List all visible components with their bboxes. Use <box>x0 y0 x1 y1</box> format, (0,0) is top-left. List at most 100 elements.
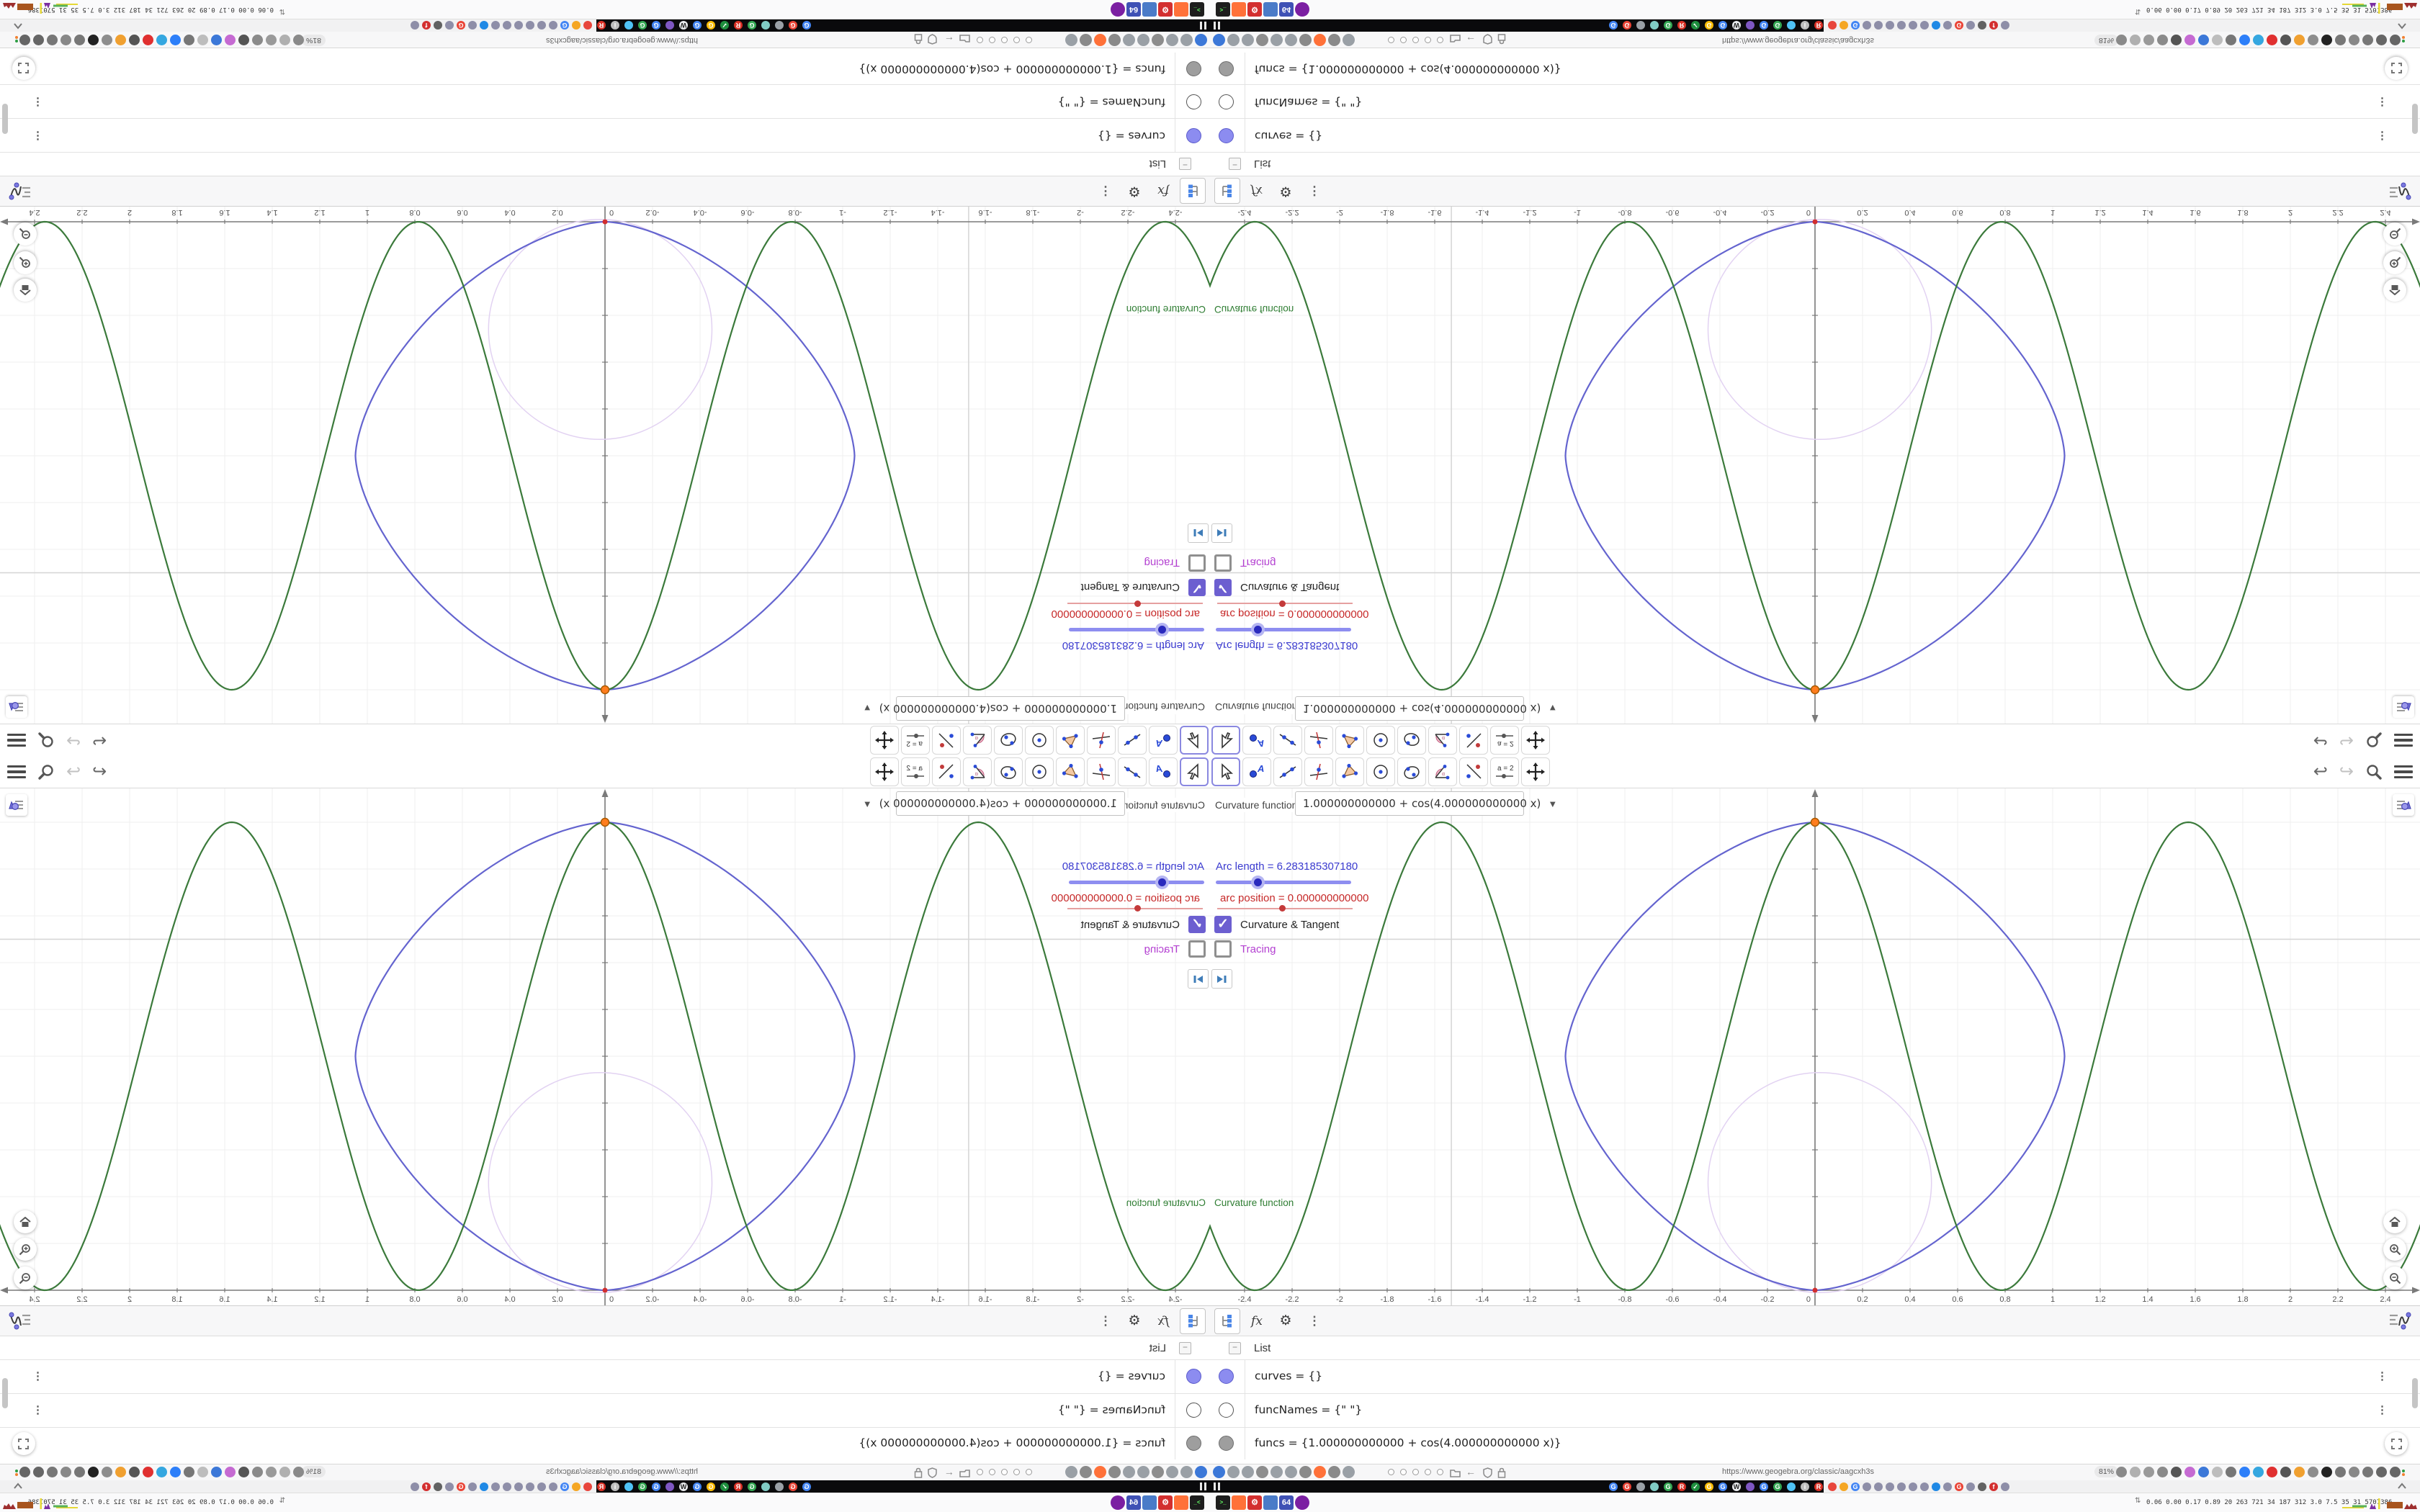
bookmark-item-icon[interactable] <box>1285 1466 1297 1478</box>
arc-length-slider-handle[interactable] <box>1155 876 1169 889</box>
graphics-view[interactable]: -2.4 -2.2 -2 -1.8 -1.6 -1.4 -1.2 -1 -0.8 -0.6 -0.4… <box>1210 788 2420 1305</box>
tab-favicon[interactable]: R <box>597 1482 606 1491</box>
zoom-in-button[interactable] <box>2383 251 2406 274</box>
extension-icon[interactable] <box>2171 35 2182 45</box>
shield-icon[interactable] <box>1483 1467 1492 1478</box>
curvature-tangent-checkbox[interactable]: ✓ <box>1188 916 1206 933</box>
skip-to-end-button[interactable] <box>1211 969 1232 989</box>
extension-icon[interactable] <box>2239 1467 2250 1477</box>
bookmark-item-icon[interactable] <box>1152 1466 1164 1478</box>
tool-move-button[interactable] <box>1211 757 1240 786</box>
tool-move-view-button[interactable] <box>1521 757 1550 786</box>
chevron-down-icon[interactable]: ▼ <box>1541 798 1564 809</box>
tab-favicon[interactable] <box>1874 21 1883 30</box>
extension-icon[interactable] <box>2198 1467 2209 1477</box>
tab-favicon[interactable] <box>1966 21 1975 30</box>
extension-icon[interactable] <box>293 1467 304 1477</box>
tool-reflect-button[interactable] <box>932 757 961 786</box>
tracing-checkbox[interactable] <box>1214 554 1232 572</box>
tab-favicon[interactable] <box>1874 1482 1883 1491</box>
tool-perpendicular-button[interactable] <box>1087 757 1116 786</box>
tool-line-button[interactable] <box>1273 757 1302 786</box>
bookmark-item-icon[interactable] <box>1195 1466 1207 1478</box>
visibility-toggle-funcnames[interactable] <box>1219 94 1234 109</box>
zoom-in-button[interactable] <box>14 251 37 274</box>
skip-to-end-button[interactable] <box>1211 523 1232 543</box>
bookmark-item-icon[interactable] <box>1065 1466 1077 1478</box>
graphing-panel-toggle[interactable] <box>6 794 27 816</box>
tab-favicon[interactable]: G <box>1955 21 1963 30</box>
tab-favicon[interactable] <box>1839 1482 1848 1491</box>
collapse-list-button[interactable]: − <box>1229 158 1241 171</box>
collapse-list-button[interactable]: − <box>1229 1341 1241 1354</box>
extension-icon[interactable] <box>2157 35 2168 45</box>
tab-favicon[interactable] <box>1932 21 1940 30</box>
bookmark-item-icon[interactable] <box>1328 34 1340 46</box>
tab-favicon[interactable]: R <box>1814 1482 1823 1491</box>
extension-icon[interactable] <box>197 35 208 45</box>
extension-icon[interactable] <box>2239 35 2250 45</box>
arc-position-slider-handle[interactable] <box>1134 600 1141 607</box>
tab-favicon[interactable]: G <box>457 21 465 30</box>
tab-favicon[interactable] <box>468 1482 477 1491</box>
radio-bookmark-icon[interactable] <box>1001 37 1008 43</box>
tab-favicon[interactable]: G <box>1718 1482 1727 1491</box>
scrollbar-thumb[interactable] <box>2412 104 2418 134</box>
row-kebab-icon[interactable]: ⋮ <box>32 1369 43 1382</box>
radio-bookmark-icon[interactable] <box>1388 37 1394 43</box>
tab-favicon[interactable] <box>583 21 592 30</box>
algebra-row-curves[interactable]: curves = {} ⋮ <box>1210 1359 2420 1393</box>
tool-perpendicular-button[interactable] <box>1304 757 1333 786</box>
extension-icon[interactable] <box>266 1467 277 1477</box>
tool-angle-button[interactable]: α <box>1428 757 1457 786</box>
tab-favicon[interactable] <box>537 21 546 30</box>
tool-slider-button[interactable]: a = 2 <box>1490 757 1519 786</box>
hamburger-menu-icon[interactable] <box>7 731 26 750</box>
extension-icon[interactable] <box>2294 1467 2305 1477</box>
radio-bookmark-icon[interactable] <box>1026 37 1032 43</box>
extension-icon[interactable] <box>156 35 167 45</box>
page-zoom-badge[interactable]: 81% <box>301 1466 326 1477</box>
tab-favicon[interactable]: G <box>638 1482 647 1491</box>
tab-favicon[interactable]: W <box>1732 1482 1741 1491</box>
curvature-tangent-checkbox[interactable]: ✓ <box>1214 579 1232 596</box>
scrollbar-thumb[interactable] <box>2412 1378 2418 1408</box>
extension-icon[interactable] <box>170 1467 181 1477</box>
bookmark-item-icon[interactable] <box>1299 34 1312 46</box>
extension-icon[interactable] <box>156 1467 167 1477</box>
algebra-row-funcs[interactable]: funcs = {1.000000000000 + cos(4.00000000… <box>0 1427 1210 1459</box>
tab-favicon[interactable]: G <box>707 1482 715 1491</box>
bookmark-item-icon[interactable] <box>1256 34 1268 46</box>
tree-view-button[interactable] <box>1180 1308 1206 1334</box>
extension-icon[interactable] <box>33 35 44 45</box>
extension-icon[interactable] <box>266 35 277 45</box>
lock-icon[interactable] <box>1497 34 1506 45</box>
taskbar-app-icon[interactable]: ⚙ <box>1247 2 1262 17</box>
radio-bookmark-icon[interactable] <box>1437 1469 1443 1475</box>
taskbar-app-icon[interactable] <box>1295 2 1309 17</box>
function-list-button[interactable] <box>9 177 32 202</box>
bookmark-item-icon[interactable] <box>1195 34 1207 46</box>
bookmark-item-icon[interactable] <box>1256 1466 1268 1478</box>
taskbar-app-icon[interactable] <box>1295 1495 1309 1510</box>
extension-icon[interactable] <box>2171 1467 2182 1477</box>
tool-circle-button[interactable] <box>1025 757 1054 786</box>
tab-favicon[interactable] <box>411 1482 419 1491</box>
tool-polygon-button[interactable] <box>1056 726 1085 755</box>
visibility-toggle-funcnames[interactable] <box>1219 1403 1234 1418</box>
extension-icon[interactable] <box>47 35 58 45</box>
lock-icon[interactable] <box>914 34 923 45</box>
graphics-view[interactable]: -2.4 -2.2 -2 -1.8 -1.6 -1.4 -1.2 -1 -0.8 -0.6 -0.4… <box>0 207 1210 724</box>
tab-favicon[interactable]: G <box>1760 1482 1768 1491</box>
extension-icon[interactable] <box>74 1467 85 1477</box>
taskbar-app-icon[interactable]: 64 <box>1126 1495 1141 1510</box>
fullscreen-button[interactable] <box>2385 1432 2408 1455</box>
tab-favicon[interactable] <box>1920 21 1929 30</box>
algebra-row-funcnames[interactable]: funcNames = {" "} ⋮ <box>0 1393 1210 1427</box>
taskbar-app-icon[interactable]: >_ <box>1190 2 1204 17</box>
arc-position-slider-handle[interactable] <box>1134 905 1141 912</box>
tab-favicon[interactable]: G <box>560 1482 569 1491</box>
firefox-icon[interactable] <box>1314 1466 1326 1478</box>
taskbar-app-icon[interactable]: ⚙ <box>1158 1495 1173 1510</box>
bookmark-item-icon[interactable] <box>1137 34 1150 46</box>
